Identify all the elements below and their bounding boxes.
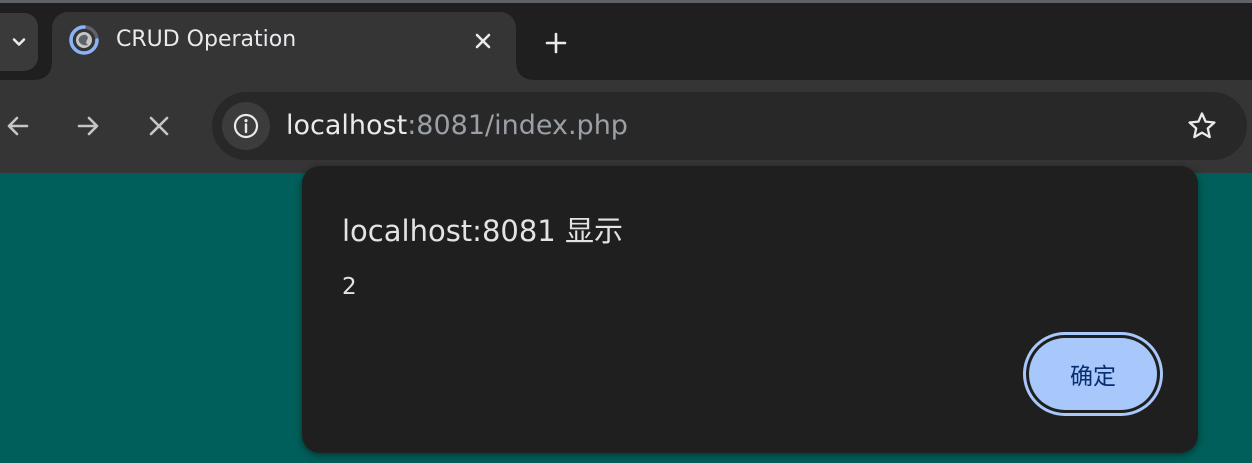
bookmark-button[interactable] <box>1182 106 1222 146</box>
close-icon <box>475 33 491 49</box>
tab-title: CRUD Operation <box>116 27 297 52</box>
tab-search-button[interactable] <box>0 13 38 71</box>
plus-icon <box>545 32 567 54</box>
close-icon <box>149 116 169 136</box>
dialog-title: localhost:8081 显示 <box>342 214 623 248</box>
dialog-message: 2 <box>342 274 357 300</box>
arrow-left-icon <box>7 116 29 136</box>
tab-crud-operation[interactable]: CRUD Operation <box>36 12 532 80</box>
new-tab-button[interactable] <box>538 25 574 61</box>
browser-toolbar: localhost:8081/index.php <box>0 80 1252 173</box>
forward-button[interactable] <box>68 106 108 146</box>
address-bar[interactable]: localhost:8081/index.php <box>212 92 1247 160</box>
info-icon <box>233 113 259 139</box>
alert-dialog: localhost:8081 显示 2 确定 <box>302 166 1198 453</box>
url-path: :8081/index.php <box>407 110 628 141</box>
tab-close-button[interactable] <box>468 26 498 56</box>
url-text[interactable]: localhost:8081/index.php <box>286 106 628 146</box>
arrow-right-icon <box>77 116 99 136</box>
tab-strip: CRUD Operation <box>0 3 1252 80</box>
back-button[interactable] <box>0 106 38 146</box>
site-info-button[interactable] <box>222 102 270 150</box>
ok-button[interactable]: 确定 <box>1029 338 1157 410</box>
star-icon <box>1188 112 1216 139</box>
loading-spinner-icon <box>69 25 99 55</box>
url-host: localhost <box>286 110 408 141</box>
chevron-down-icon <box>12 38 26 46</box>
stop-loading-button[interactable] <box>139 106 179 146</box>
